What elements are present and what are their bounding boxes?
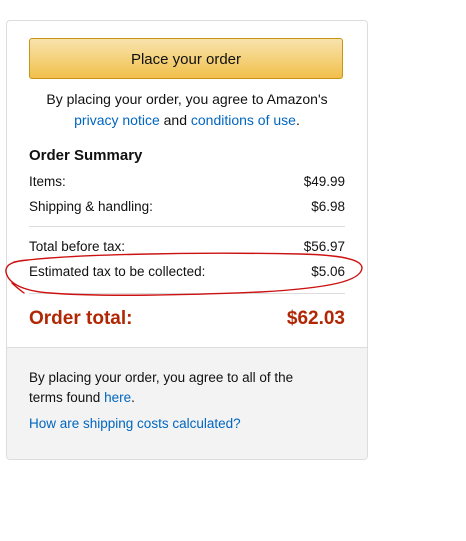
- agreement-and: and: [163, 112, 187, 128]
- order-total-label: Order total:: [29, 308, 133, 329]
- conditions-of-use-link[interactable]: conditions of use: [191, 112, 296, 128]
- order-summary-card: Place your order By placing your order, …: [6, 20, 368, 460]
- terms-text: By placing your order, you agree to all …: [29, 368, 329, 408]
- agreement-prefix: By placing your order, you agree to Amaz…: [46, 91, 328, 107]
- agreement-text: By placing your order, you agree to Amaz…: [17, 89, 357, 131]
- shipping-row: Shipping & handling: $6.98: [29, 198, 345, 216]
- order-total-value: $62.03: [286, 308, 345, 329]
- items-value: $49.99: [303, 174, 345, 189]
- order-total-row: Order total: $62.03: [29, 307, 345, 331]
- order-summary-title: Order Summary: [29, 147, 143, 164]
- terms-here-link[interactable]: here: [104, 390, 131, 405]
- total-before-tax-label: Total before tax:: [29, 239, 126, 254]
- terms-prefix: By placing your order, you agree to all …: [29, 370, 294, 405]
- order-footer: By placing your order, you agree to all …: [7, 347, 367, 459]
- privacy-notice-link[interactable]: privacy notice: [74, 112, 160, 128]
- shipping-value: $6.98: [311, 199, 345, 214]
- terms-period: .: [131, 390, 135, 405]
- items-label: Items:: [29, 174, 66, 189]
- estimated-tax-label: Estimated tax to be collected:: [29, 264, 206, 279]
- items-row: Items: $49.99: [29, 173, 345, 191]
- total-divider: [29, 293, 345, 294]
- total-before-tax-row: Total before tax: $56.97: [29, 238, 345, 256]
- estimated-tax-row: Estimated tax to be collected: $5.06: [29, 263, 345, 281]
- place-order-button[interactable]: Place your order: [29, 38, 343, 79]
- summary-divider: [29, 226, 345, 227]
- agreement-period: .: [295, 112, 300, 128]
- total-before-tax-value: $56.97: [303, 239, 345, 254]
- shipping-costs-link[interactable]: How are shipping costs calculated?: [29, 416, 241, 431]
- shipping-label: Shipping & handling:: [29, 199, 153, 214]
- estimated-tax-value: $5.06: [311, 264, 345, 279]
